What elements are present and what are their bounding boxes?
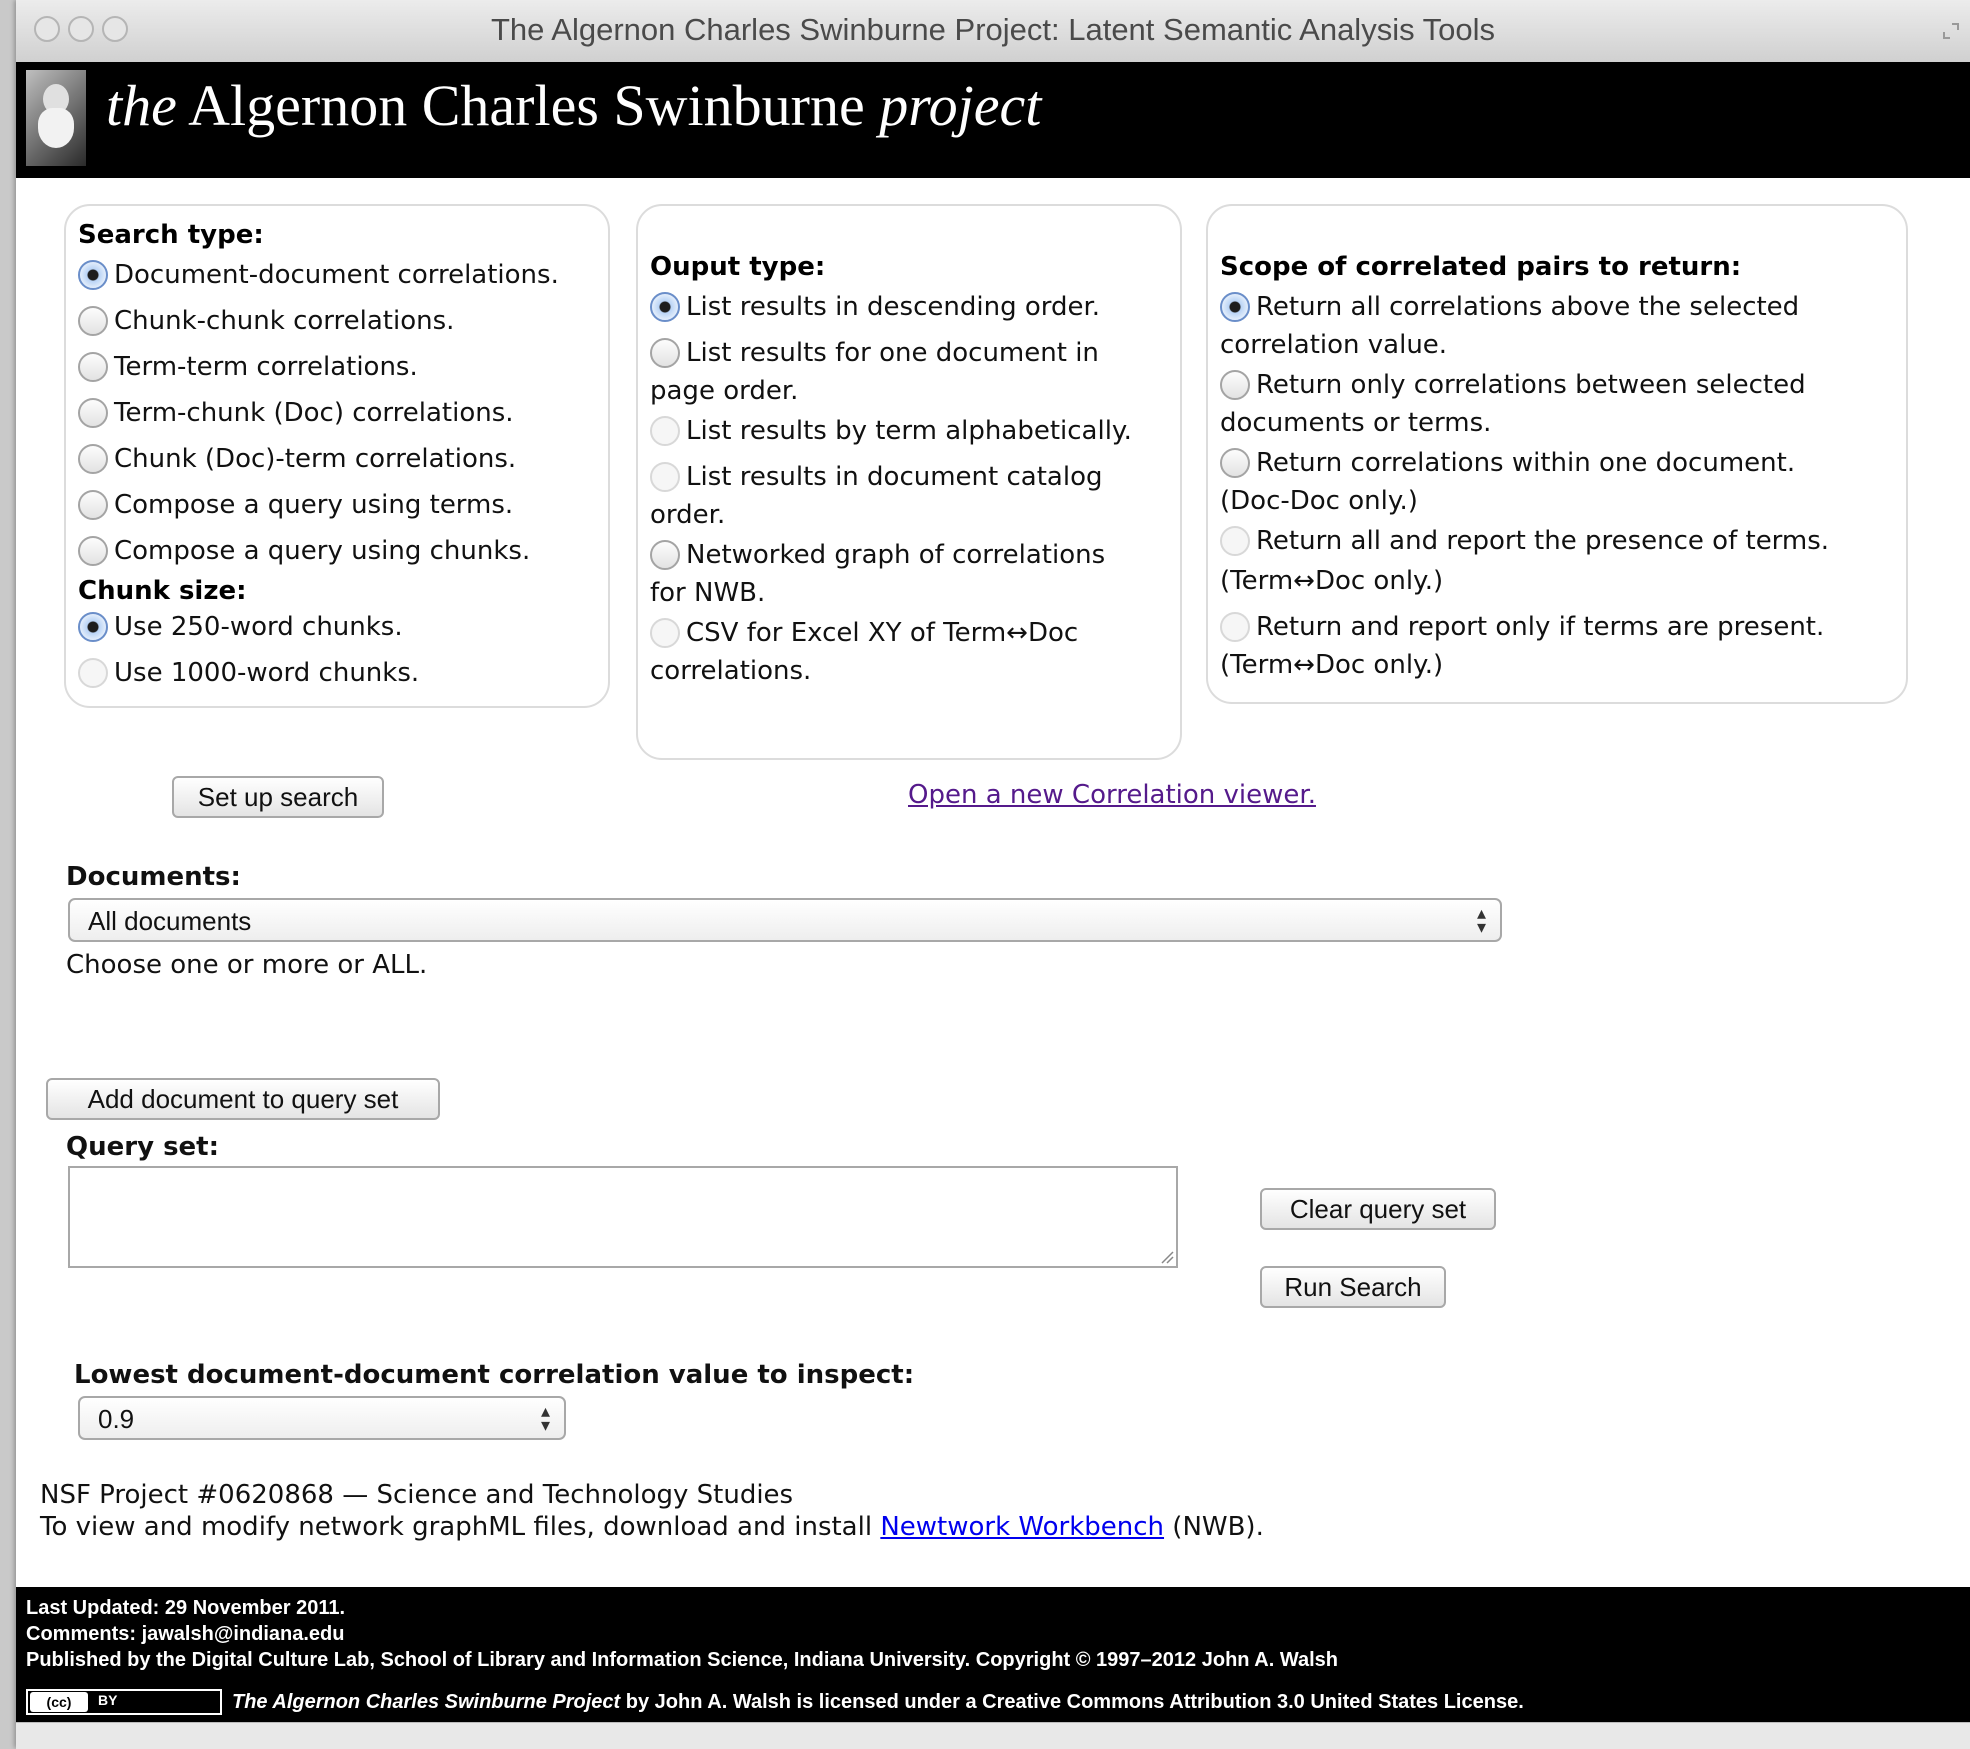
swinburne-portrait-image	[26, 70, 86, 166]
window-titlebar: The Algernon Charles Swinburne Project: …	[16, 0, 1970, 63]
radio-button[interactable]	[78, 306, 108, 336]
open-correlation-viewer-link[interactable]: Open a new Correlation viewer.	[908, 780, 1316, 810]
resize-grip-icon[interactable]	[1158, 1248, 1174, 1264]
documents-label: Documents:	[66, 862, 241, 892]
comments-text: Comments: jawalsh@indiana.edu	[26, 1623, 345, 1645]
site-title-the: the	[106, 73, 177, 138]
select-arrows-icon: ▴ ▾	[1476, 903, 1486, 937]
output-type-option[interactable]: List results in descending order.	[650, 288, 1100, 326]
radio-button[interactable]	[650, 292, 680, 322]
radio-button[interactable]	[1220, 448, 1250, 478]
site-header: the Algernon Charles Swinburne project	[16, 62, 1970, 178]
network-workbench-link[interactable]: Newtwork Workbench	[880, 1512, 1164, 1542]
radio-button[interactable]	[78, 536, 108, 566]
scope-option-cont: documents or terms.	[1220, 408, 1492, 438]
fullscreen-icon[interactable]	[1942, 22, 1960, 40]
license-title: The Algernon Charles Swinburne Project	[232, 1691, 621, 1713]
documents-select-value: All documents	[88, 906, 252, 936]
radio-button[interactable]	[78, 658, 108, 688]
radio-button[interactable]	[78, 260, 108, 290]
cc-logo-icon: (cc)	[30, 1692, 88, 1712]
radio-button[interactable]	[650, 540, 680, 570]
radio-button[interactable]	[78, 490, 108, 520]
output-type-option-cont: page order.	[650, 376, 799, 406]
scope-option[interactable]: Return all and report the presence of te…	[1220, 522, 1829, 560]
output-type-option[interactable]: List results in document catalog	[650, 458, 1102, 496]
scope-option-cont: (Term↔Doc only.)	[1220, 566, 1444, 596]
lowest-correlation-select[interactable]: 0.9 ▴ ▾	[78, 1396, 566, 1440]
select-arrows-icon: ▴ ▾	[540, 1401, 550, 1435]
chunk-size-title: Chunk size:	[78, 576, 247, 606]
output-type-option[interactable]: Networked graph of correlations	[650, 536, 1105, 574]
radio-button[interactable]	[78, 612, 108, 642]
search-type-option[interactable]: Term-term correlations.	[78, 348, 418, 386]
radio-button[interactable]	[78, 444, 108, 474]
site-title-project: project	[879, 73, 1042, 138]
site-footer: Last Updated: 29 November 2011. Comments…	[16, 1587, 1970, 1722]
chunk-size-option[interactable]: Use 250-word chunks.	[78, 608, 403, 646]
output-type-panel: Ouput type: List results in descending o…	[636, 204, 1182, 760]
published-text: Published by the Digital Culture Lab, Sc…	[26, 1649, 1339, 1671]
scope-option-cont: (Term↔Doc only.)	[1220, 650, 1444, 680]
cc-license-badge[interactable]: (cc) BY	[26, 1689, 222, 1715]
radio-button[interactable]	[78, 398, 108, 428]
search-type-option[interactable]: Compose a query using chunks.	[78, 532, 530, 570]
output-type-title: Ouput type:	[650, 252, 826, 282]
search-type-panel: Search type: Document-document correlati…	[64, 204, 610, 708]
scope-option[interactable]: Return correlations within one document.	[1220, 444, 1795, 482]
radio-button[interactable]	[650, 618, 680, 648]
search-type-option[interactable]: Chunk-chunk correlations.	[78, 302, 454, 340]
scope-option-cont: (Doc-Doc only.)	[1220, 486, 1418, 516]
documents-hint: Choose one or more or ALL.	[66, 950, 428, 980]
output-type-option[interactable]: List results by term alphabetically.	[650, 412, 1132, 450]
license-text: The Algernon Charles Swinburne Project b…	[232, 1691, 1524, 1713]
search-type-title: Search type:	[78, 220, 264, 250]
query-set-textarea[interactable]	[68, 1166, 1178, 1268]
search-type-option[interactable]: Document-document correlations.	[78, 256, 559, 294]
radio-button[interactable]	[1220, 292, 1250, 322]
radio-button[interactable]	[650, 338, 680, 368]
output-type-option[interactable]: CSV for Excel XY of Term↔Doc	[650, 614, 1078, 652]
scope-option[interactable]: Return only correlations between selecte…	[1220, 366, 1806, 404]
site-title-name: Algernon Charles Swinburne	[188, 73, 865, 138]
radio-button[interactable]	[650, 462, 680, 492]
run-search-button[interactable]: Run Search	[1260, 1266, 1446, 1308]
clear-query-set-button[interactable]: Clear query set	[1260, 1188, 1496, 1230]
window-title: The Algernon Charles Swinburne Project: …	[490, 12, 1496, 47]
output-type-option[interactable]: List results for one document in	[650, 334, 1099, 372]
scope-panel: Scope of correlated pairs to return: Ret…	[1206, 204, 1908, 704]
site-title: the Algernon Charles Swinburne project	[106, 72, 1041, 139]
radio-button[interactable]	[1220, 370, 1250, 400]
window-status-bar	[16, 1722, 1970, 1749]
scope-option-cont: correlation value.	[1220, 330, 1448, 360]
output-type-option-cont: for NWB.	[650, 578, 766, 608]
search-type-option[interactable]: Compose a query using terms.	[78, 486, 513, 524]
radio-button[interactable]	[78, 352, 108, 382]
documents-select[interactable]: All documents ▴ ▾	[68, 898, 1502, 942]
set-up-search-button[interactable]: Set up search	[172, 776, 384, 818]
output-type-option-cont: order.	[650, 500, 726, 530]
browser-window: The Algernon Charles Swinburne Project: …	[16, 0, 1970, 1749]
add-document-button[interactable]: Add document to query set	[46, 1078, 440, 1120]
lowest-correlation-label: Lowest document-document correlation val…	[74, 1360, 915, 1390]
radio-button[interactable]	[650, 416, 680, 446]
chunk-size-option[interactable]: Use 1000-word chunks.	[78, 654, 419, 692]
search-type-option[interactable]: Chunk (Doc)-term correlations.	[78, 440, 516, 478]
search-type-option[interactable]: Term-chunk (Doc) correlations.	[78, 394, 514, 432]
lowest-correlation-value: 0.9	[98, 1404, 135, 1434]
radio-button[interactable]	[1220, 612, 1250, 642]
query-set-label: Query set:	[66, 1132, 220, 1162]
scope-option[interactable]: Return all correlations above the select…	[1220, 288, 1799, 326]
radio-button[interactable]	[1220, 526, 1250, 556]
nsf-project-text: NSF Project #0620868 — Science and Techn…	[40, 1480, 794, 1510]
scope-title: Scope of correlated pairs to return:	[1220, 252, 1742, 282]
cc-by-label: BY	[98, 1692, 118, 1708]
nwb-info-text: To view and modify network graphML files…	[40, 1512, 1264, 1542]
scope-option[interactable]: Return and report only if terms are pres…	[1220, 608, 1824, 646]
output-type-option-cont: correlations.	[650, 656, 812, 686]
last-updated-text: Last Updated: 29 November 2011.	[26, 1597, 346, 1619]
